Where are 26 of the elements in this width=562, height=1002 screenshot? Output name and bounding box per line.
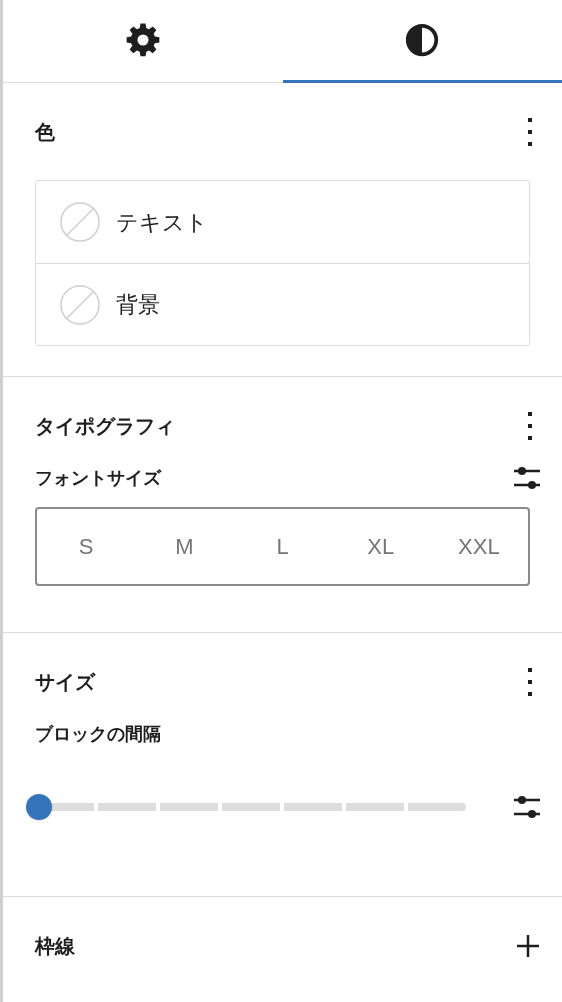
section-title: 枠線 xyxy=(35,934,75,959)
add-button[interactable] xyxy=(514,932,542,960)
half-circle-icon xyxy=(404,22,441,58)
no-color-swatch-icon xyxy=(60,202,100,242)
vertical-dots-icon xyxy=(527,411,533,441)
no-color-swatch-icon xyxy=(60,284,100,325)
section-title: タイポグラフィ xyxy=(35,414,175,439)
size-option[interactable]: L xyxy=(233,509,332,584)
settings-icon xyxy=(124,22,161,58)
vertical-dots-icon xyxy=(527,117,533,147)
color-item[interactable]: 背景 xyxy=(36,263,529,345)
field-label: ブロックの間隔 xyxy=(35,723,162,746)
slider-thumb[interactable] xyxy=(26,794,52,820)
size-option[interactable]: S xyxy=(37,509,136,584)
plus-icon xyxy=(516,934,540,958)
section-title: サイズ xyxy=(35,670,95,695)
section-title: 色 xyxy=(35,120,55,145)
vertical-dots-icon xyxy=(527,667,533,697)
sliders-icon xyxy=(513,795,541,819)
size-option[interactable]: XXL xyxy=(429,509,528,584)
slider[interactable] xyxy=(26,794,466,820)
size-option[interactable]: XL xyxy=(331,509,430,584)
size-option[interactable]: M xyxy=(135,509,234,584)
field-label: フォントサイズ xyxy=(35,466,161,490)
sliders-icon xyxy=(513,466,541,490)
color-item[interactable]: テキスト xyxy=(36,181,529,263)
